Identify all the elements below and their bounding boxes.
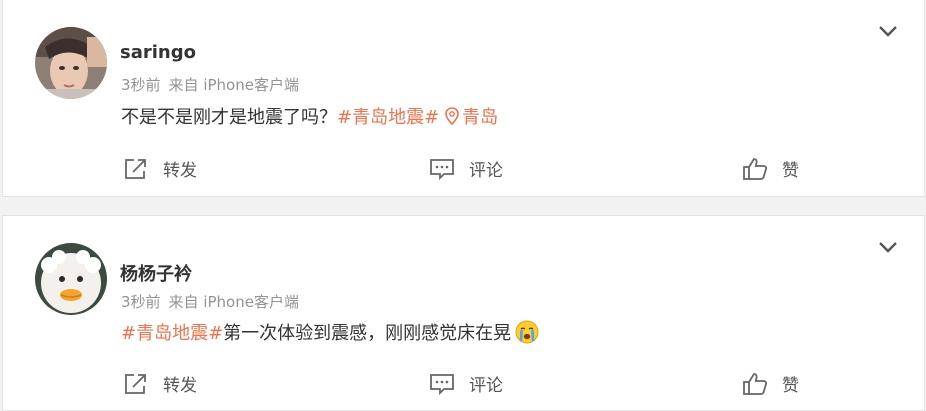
chevron-down-icon[interactable] (878, 24, 898, 38)
post-actions: 转发 评论 赞 (3, 156, 924, 186)
avatar[interactable] (35, 27, 107, 99)
like-label: 赞 (782, 161, 799, 181)
post-text: #青岛地震#第一次体验到震感，刚刚感觉床在晃 (121, 319, 539, 349)
thumbs-up-icon (743, 372, 768, 395)
location-label: 青岛 (462, 107, 499, 128)
like-button[interactable]: 赞 (742, 371, 799, 396)
hashtag-link[interactable]: #青岛地震# (121, 323, 223, 344)
location-link[interactable]: 青岛 (445, 107, 498, 128)
post-source: 来自 iPhone客户端 (168, 293, 299, 311)
repost-label: 转发 (163, 161, 197, 181)
repost-icon (125, 158, 146, 179)
hashtag-link[interactable]: #青岛地震# (337, 107, 439, 128)
post-meta: 3秒前 来自 iPhone客户端 (121, 74, 307, 95)
repost-button[interactable]: 转发 (123, 156, 197, 181)
username[interactable]: 杨杨子衿 (120, 260, 192, 286)
avatar[interactable] (35, 243, 107, 315)
comment-button[interactable]: 评论 (429, 156, 503, 181)
location-pin-icon (445, 107, 459, 126)
repost-label: 转发 (163, 376, 197, 396)
comment-button[interactable]: 评论 (429, 371, 503, 396)
comment-label: 评论 (469, 376, 503, 396)
post-time[interactable]: 3秒前 (121, 76, 161, 94)
like-button[interactable]: 赞 (742, 156, 799, 181)
post-text-body: 不是不是刚才是地震了吗？ (121, 107, 337, 128)
post-actions: 转发 评论 赞 (3, 371, 924, 401)
username[interactable]: saringo (120, 42, 196, 63)
comment-icon (430, 158, 454, 180)
post-card: 杨杨子衿 3秒前 来自 iPhone客户端 #青岛地震#第一次体验到震感，刚刚感觉… (2, 215, 925, 411)
comment-icon (430, 373, 454, 395)
thumbs-up-icon (743, 157, 768, 180)
post-text: 不是不是刚才是地震了吗？#青岛地震# 青岛 (121, 103, 498, 129)
post-meta: 3秒前 来自 iPhone客户端 (121, 291, 307, 312)
chevron-down-icon[interactable] (878, 240, 898, 254)
comment-label: 评论 (469, 161, 503, 181)
repost-button[interactable]: 转发 (123, 371, 197, 396)
post-text-body: 第一次体验到震感，刚刚感觉床在晃 (223, 323, 512, 344)
post-card: saringo 3秒前 来自 iPhone客户端 不是不是刚才是地震了吗？#青岛地… (2, 0, 925, 197)
like-label: 赞 (782, 376, 799, 396)
crying-face-emoji-icon (515, 320, 539, 349)
post-source: 来自 iPhone客户端 (168, 76, 299, 94)
repost-icon (125, 373, 146, 394)
post-time[interactable]: 3秒前 (121, 293, 161, 311)
